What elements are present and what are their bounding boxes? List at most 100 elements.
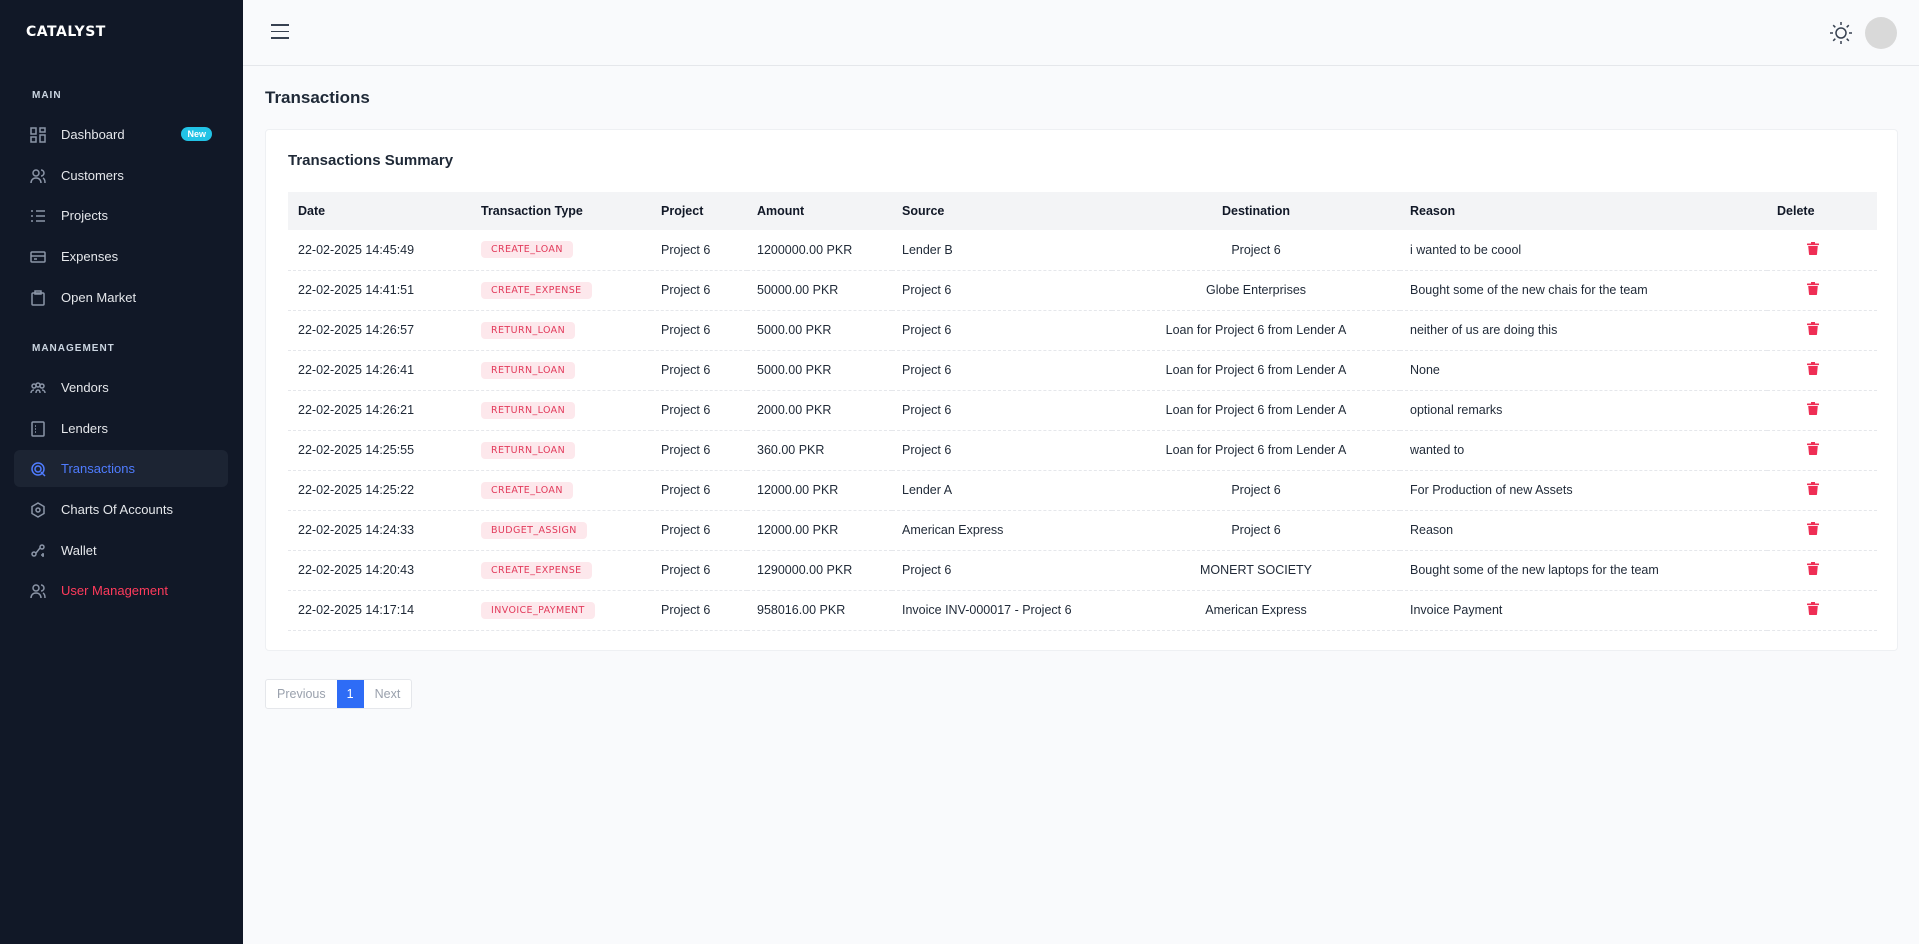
cell-reason: None <box>1400 350 1767 391</box>
trash-icon[interactable] <box>1807 402 1819 415</box>
trash-icon[interactable] <box>1807 522 1819 535</box>
cell-delete <box>1767 350 1877 391</box>
column-header-reason[interactable]: Reason <box>1400 192 1767 230</box>
table-row: 22-02-2025 14:24:33 BUDGET_ASSIGN Project … <box>288 510 1877 551</box>
sidebar-item-lenders[interactable]: Lenders <box>14 410 228 447</box>
cell-destination: Project 6 <box>1112 230 1400 271</box>
previous-page-button[interactable]: Previous <box>266 680 337 708</box>
cell-destination: Loan for Project 6 from Lender A <box>1112 350 1400 391</box>
column-header-destination[interactable]: Destination <box>1112 192 1400 230</box>
clipboard-icon <box>30 289 46 306</box>
cell-source: Project 6 <box>892 310 1112 351</box>
cell-amount: 12000.00 PKR <box>747 510 892 551</box>
cell-source: American Express <box>892 510 1112 551</box>
sidebar-item-charts-of-accounts[interactable]: Charts Of Accounts <box>14 491 228 528</box>
pagination: Previous 1 Next <box>265 679 413 709</box>
cell-type: RETURN_LOAN <box>471 390 651 431</box>
sun-icon[interactable] <box>1829 21 1853 45</box>
sidebar-item-customers[interactable]: Customers <box>14 157 228 194</box>
table-row: 22-02-2025 14:26:21 RETURN_LOAN Project 62… <box>288 390 1877 431</box>
cell-destination: American Express <box>1112 590 1400 631</box>
trash-icon[interactable] <box>1807 482 1819 495</box>
cell-delete <box>1767 310 1877 351</box>
cell-destination: Loan for Project 6 from Lender A <box>1112 430 1400 471</box>
users-icon <box>30 168 46 184</box>
cell-amount: 12000.00 PKR <box>747 470 892 511</box>
cell-type: INVOICE_PAYMENT <box>471 590 651 631</box>
sidebar-item-label: Wallet <box>61 543 97 558</box>
current-page-button[interactable]: 1 <box>336 680 364 708</box>
table-row: 22-02-2025 14:25:22 CREATE_LOAN Project 61… <box>288 470 1877 511</box>
cell-source: Project 6 <box>892 550 1112 591</box>
sidebar-item-user-management[interactable]: User Management <box>14 572 228 609</box>
sidebar-item-label: Projects <box>61 208 108 223</box>
cell-amount: 2000.00 PKR <box>747 390 892 431</box>
cell-amount: 50000.00 PKR <box>747 270 892 311</box>
cell-date: 22-02-2025 14:26:57 <box>288 310 471 351</box>
cell-reason: Invoice Payment <box>1400 590 1767 631</box>
cell-project: Project 6 <box>651 230 747 271</box>
table-row: 22-02-2025 14:25:55 RETURN_LOAN Project 63… <box>288 430 1877 471</box>
cell-date: 22-02-2025 14:25:55 <box>288 430 471 471</box>
transactions-table: Date Transaction Type Project Amount Sou… <box>288 192 1877 631</box>
column-header-amount[interactable]: Amount <box>747 192 892 230</box>
sidebar-item-label: User Management <box>61 583 168 598</box>
trash-icon[interactable] <box>1807 362 1819 375</box>
card-title: Transactions Summary <box>288 152 454 169</box>
column-header-type[interactable]: Transaction Type <box>471 192 651 230</box>
table-row: 22-02-2025 14:26:57 RETURN_LOAN Project 65… <box>288 310 1877 351</box>
trash-icon[interactable] <box>1807 442 1819 455</box>
cell-reason: optional remarks <box>1400 390 1767 431</box>
sidebar-item-label: Lenders <box>61 421 108 436</box>
trash-icon[interactable] <box>1807 562 1819 575</box>
cell-project: Project 6 <box>651 590 747 631</box>
sidebar-item-open-market[interactable]: Open Market <box>14 279 228 316</box>
transaction-type-badge: CREATE_EXPENSE <box>481 561 592 579</box>
transaction-type-badge: CREATE_LOAN <box>481 241 573 259</box>
sidebar-item-expenses[interactable]: Expenses <box>14 238 228 275</box>
cell-date: 22-02-2025 14:41:51 <box>288 270 471 311</box>
cell-project: Project 6 <box>651 350 747 391</box>
cell-source: Lender A <box>892 470 1112 511</box>
cell-amount: 958016.00 PKR <box>747 590 892 631</box>
trash-icon[interactable] <box>1807 322 1819 335</box>
hamburger-menu-icon[interactable] <box>271 24 289 40</box>
wallet-icon <box>30 543 46 559</box>
sidebar-item-vendors[interactable]: Vendors <box>14 369 228 406</box>
app-logo[interactable]: CATALYST <box>26 24 106 40</box>
cell-date: 22-02-2025 14:45:49 <box>288 230 471 271</box>
cell-source: Project 6 <box>892 270 1112 311</box>
cell-project: Project 6 <box>651 310 747 351</box>
sidebar-item-dashboard[interactable]: Dashboard New <box>14 116 228 153</box>
trash-icon[interactable] <box>1807 602 1819 615</box>
trash-icon[interactable] <box>1807 241 1819 255</box>
transaction-type-badge: RETURN_LOAN <box>481 401 576 419</box>
column-header-project[interactable]: Project <box>651 192 747 230</box>
cell-amount: 1290000.00 PKR <box>747 550 892 591</box>
cell-date: 22-02-2025 14:20:43 <box>288 550 471 591</box>
sidebar-item-label: Transactions <box>61 461 135 476</box>
card-icon <box>30 249 46 265</box>
cell-date: 22-02-2025 14:17:14 <box>288 590 471 631</box>
cell-type: CREATE_LOAN <box>471 470 651 511</box>
trash-icon[interactable] <box>1807 282 1819 295</box>
sidebar-item-wallet[interactable]: Wallet <box>14 532 228 569</box>
cell-type: CREATE_EXPENSE <box>471 270 651 311</box>
cell-delete <box>1767 470 1877 511</box>
avatar[interactable] <box>1865 17 1897 49</box>
cell-reason: wanted to <box>1400 430 1767 471</box>
column-header-source[interactable]: Source <box>892 192 1112 230</box>
column-header-date[interactable]: Date <box>288 192 471 230</box>
sidebar-item-transactions[interactable]: Transactions <box>14 450 228 487</box>
table-row: 22-02-2025 14:26:41 RETURN_LOAN Project 65… <box>288 350 1877 391</box>
next-page-button[interactable]: Next <box>364 680 412 708</box>
cell-project: Project 6 <box>651 510 747 551</box>
cell-delete <box>1767 550 1877 591</box>
transactions-summary-card: Transactions Summary Date Transaction Ty… <box>265 129 1898 651</box>
cell-date: 22-02-2025 14:26:21 <box>288 390 471 431</box>
sidebar-item-projects[interactable]: Projects <box>14 197 228 234</box>
cell-project: Project 6 <box>651 390 747 431</box>
section-label-main: MAIN <box>32 90 62 101</box>
list-icon <box>30 208 46 224</box>
table-row: 22-02-2025 14:41:51 CREATE_EXPENSE Project… <box>288 270 1877 311</box>
